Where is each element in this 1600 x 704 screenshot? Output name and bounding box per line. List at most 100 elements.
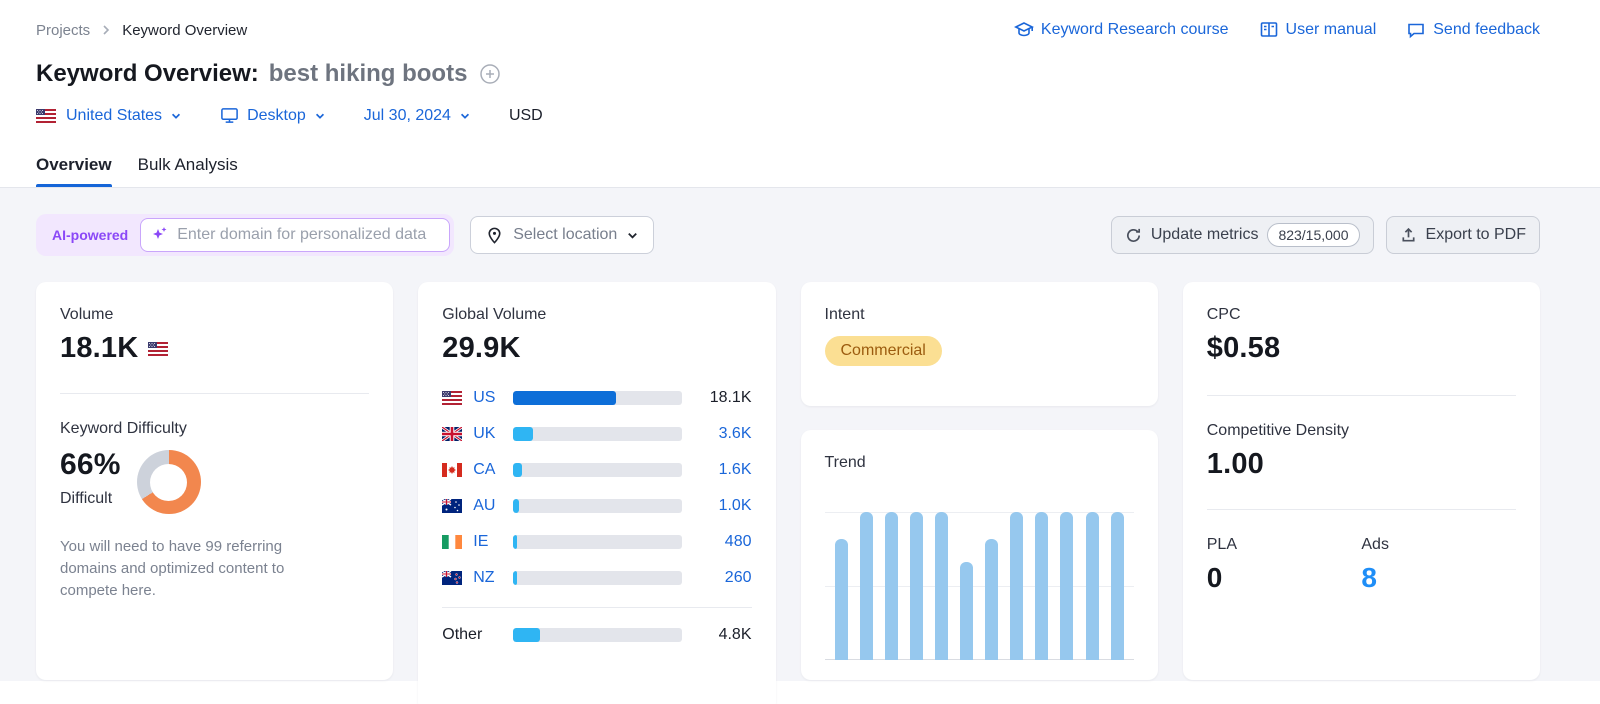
sparkles-icon — [150, 225, 170, 250]
global-volume-value: 29.9K — [442, 332, 751, 365]
tabs: Overview Bulk Analysis — [36, 155, 1540, 187]
volume-bar-track — [513, 391, 681, 405]
select-location-label: Select location — [513, 226, 617, 244]
trend-bar-1 — [835, 539, 848, 660]
divider — [1207, 395, 1516, 396]
ads-value[interactable]: 8 — [1361, 562, 1516, 594]
volume-bar-fill — [513, 427, 533, 441]
keyword-difficulty-description: You will need to have 99 referring domai… — [60, 536, 320, 601]
country-volume-value[interactable]: 260 — [696, 569, 752, 587]
trend-label: Trend — [825, 454, 1134, 472]
country-volume-value: 4.8K — [696, 626, 752, 644]
breadcrumb-projects[interactable]: Projects — [36, 22, 90, 39]
page-header: Projects Keyword Overview Keyword Resear… — [0, 0, 1600, 188]
country-filter-label: United States — [66, 107, 162, 125]
flag-us-icon — [148, 342, 170, 356]
chevron-down-icon — [626, 229, 639, 242]
country-label[interactable]: IE — [473, 533, 513, 551]
country-volume-value[interactable]: 1.6K — [696, 461, 752, 479]
country-volume-value: 18.1K — [696, 389, 752, 407]
intent-label: Intent — [825, 306, 1134, 324]
volume-bar-track — [513, 463, 681, 477]
ai-powered-group: AI-powered — [36, 214, 454, 256]
country-label[interactable]: UK — [473, 425, 513, 443]
header-links: Keyword Research course User manual Send f… — [1014, 20, 1540, 40]
intent-card: Intent Commercial — [801, 282, 1158, 406]
header-link-label: Send feedback — [1433, 21, 1540, 39]
trend-chart — [825, 492, 1134, 660]
trend-bar-7 — [985, 539, 998, 660]
trend-card: Trend — [801, 430, 1158, 680]
domain-input[interactable] — [140, 218, 450, 252]
update-metrics-button[interactable]: Update metrics 823/15,000 — [1111, 216, 1374, 254]
export-pdf-label: Export to PDF — [1426, 226, 1526, 244]
flag-nz-icon — [442, 571, 464, 585]
flag-uk-icon — [442, 427, 464, 441]
header-link-keyword-research-course[interactable]: Keyword Research course — [1014, 20, 1229, 40]
flag-au-icon — [442, 499, 464, 513]
trend-bar-9 — [1035, 512, 1048, 660]
trend-bar-10 — [1060, 512, 1073, 660]
location-pin-icon — [485, 226, 504, 245]
page-title-keyword: best hiking boots — [269, 60, 468, 88]
header-link-label: Keyword Research course — [1041, 21, 1229, 39]
global-volume-row-uk: UK 3.6K — [442, 423, 751, 445]
trend-bars — [835, 512, 1124, 660]
global-volume-row-us: US 18.1K — [442, 387, 751, 409]
country-label[interactable]: AU — [473, 497, 513, 515]
flag-us-icon — [442, 391, 464, 405]
tab-bulk-analysis[interactable]: Bulk Analysis — [138, 155, 238, 187]
volume-bar-fill — [513, 628, 540, 642]
country-label[interactable]: US — [473, 389, 513, 407]
header-link-user-manual[interactable]: User manual — [1259, 20, 1377, 40]
volume-bar-fill — [513, 535, 517, 549]
volume-bar-track — [513, 628, 681, 642]
desktop-icon — [220, 106, 239, 125]
trend-bar-5 — [935, 512, 948, 660]
divider — [1207, 509, 1516, 510]
ai-powered-badge: AI-powered — [40, 227, 140, 243]
cpc-label: CPC — [1207, 306, 1516, 324]
export-pdf-button[interactable]: Export to PDF — [1386, 216, 1540, 254]
chat-bubble-icon — [1406, 20, 1426, 40]
keyword-difficulty-level: Difficult — [60, 490, 121, 508]
currency-label: USD — [509, 107, 543, 125]
divider — [60, 393, 369, 394]
volume-bar-track — [513, 499, 681, 513]
country-volume-value[interactable]: 3.6K — [696, 425, 752, 443]
global-volume-rows: US 18.1K UK 3.6K CA 1.6K AU 1.0K IE 480 NZ 260 Other… — [442, 387, 751, 646]
quota-badge: 823/15,000 — [1267, 223, 1359, 247]
tab-overview[interactable]: Overview — [36, 155, 112, 187]
chevron-down-icon — [170, 110, 182, 122]
trend-bar-3 — [885, 512, 898, 660]
header-link-send-feedback[interactable]: Send feedback — [1406, 20, 1540, 40]
intent-badge[interactable]: Commercial — [825, 336, 942, 366]
breadcrumb: Projects Keyword Overview — [36, 22, 247, 39]
volume-bar-track — [513, 535, 681, 549]
global-volume-row-ie: IE 480 — [442, 531, 751, 553]
select-location-button[interactable]: Select location — [470, 216, 654, 254]
chevron-right-icon — [100, 24, 112, 36]
graduation-cap-icon — [1014, 20, 1034, 40]
date-filter[interactable]: Jul 30, 2024 — [364, 107, 471, 125]
device-filter[interactable]: Desktop — [220, 106, 326, 125]
difficulty-donut-chart — [137, 450, 201, 514]
country-label[interactable]: NZ — [473, 569, 513, 587]
country-label: Other — [442, 626, 513, 644]
country-filter[interactable]: United States — [36, 107, 182, 125]
donut-hole — [150, 464, 187, 501]
country-volume-value[interactable]: 480 — [696, 533, 752, 551]
chevron-down-icon — [314, 110, 326, 122]
flag-ie-icon — [442, 535, 464, 549]
competitive-density-label: Competitive Density — [1207, 422, 1516, 440]
cpc-card: CPC $0.58 Competitive Density 1.00 PLA 0… — [1183, 282, 1540, 680]
country-label[interactable]: CA — [473, 461, 513, 479]
add-keyword-icon[interactable] — [479, 63, 501, 85]
country-volume-value[interactable]: 1.0K — [696, 497, 752, 515]
pla-value: 0 — [1207, 562, 1362, 594]
trend-bar-4 — [910, 512, 923, 660]
global-volume-row-nz: NZ 260 — [442, 567, 751, 589]
volume-bar-fill — [513, 391, 616, 405]
export-icon — [1400, 227, 1417, 244]
volume-bar-fill — [513, 571, 517, 585]
